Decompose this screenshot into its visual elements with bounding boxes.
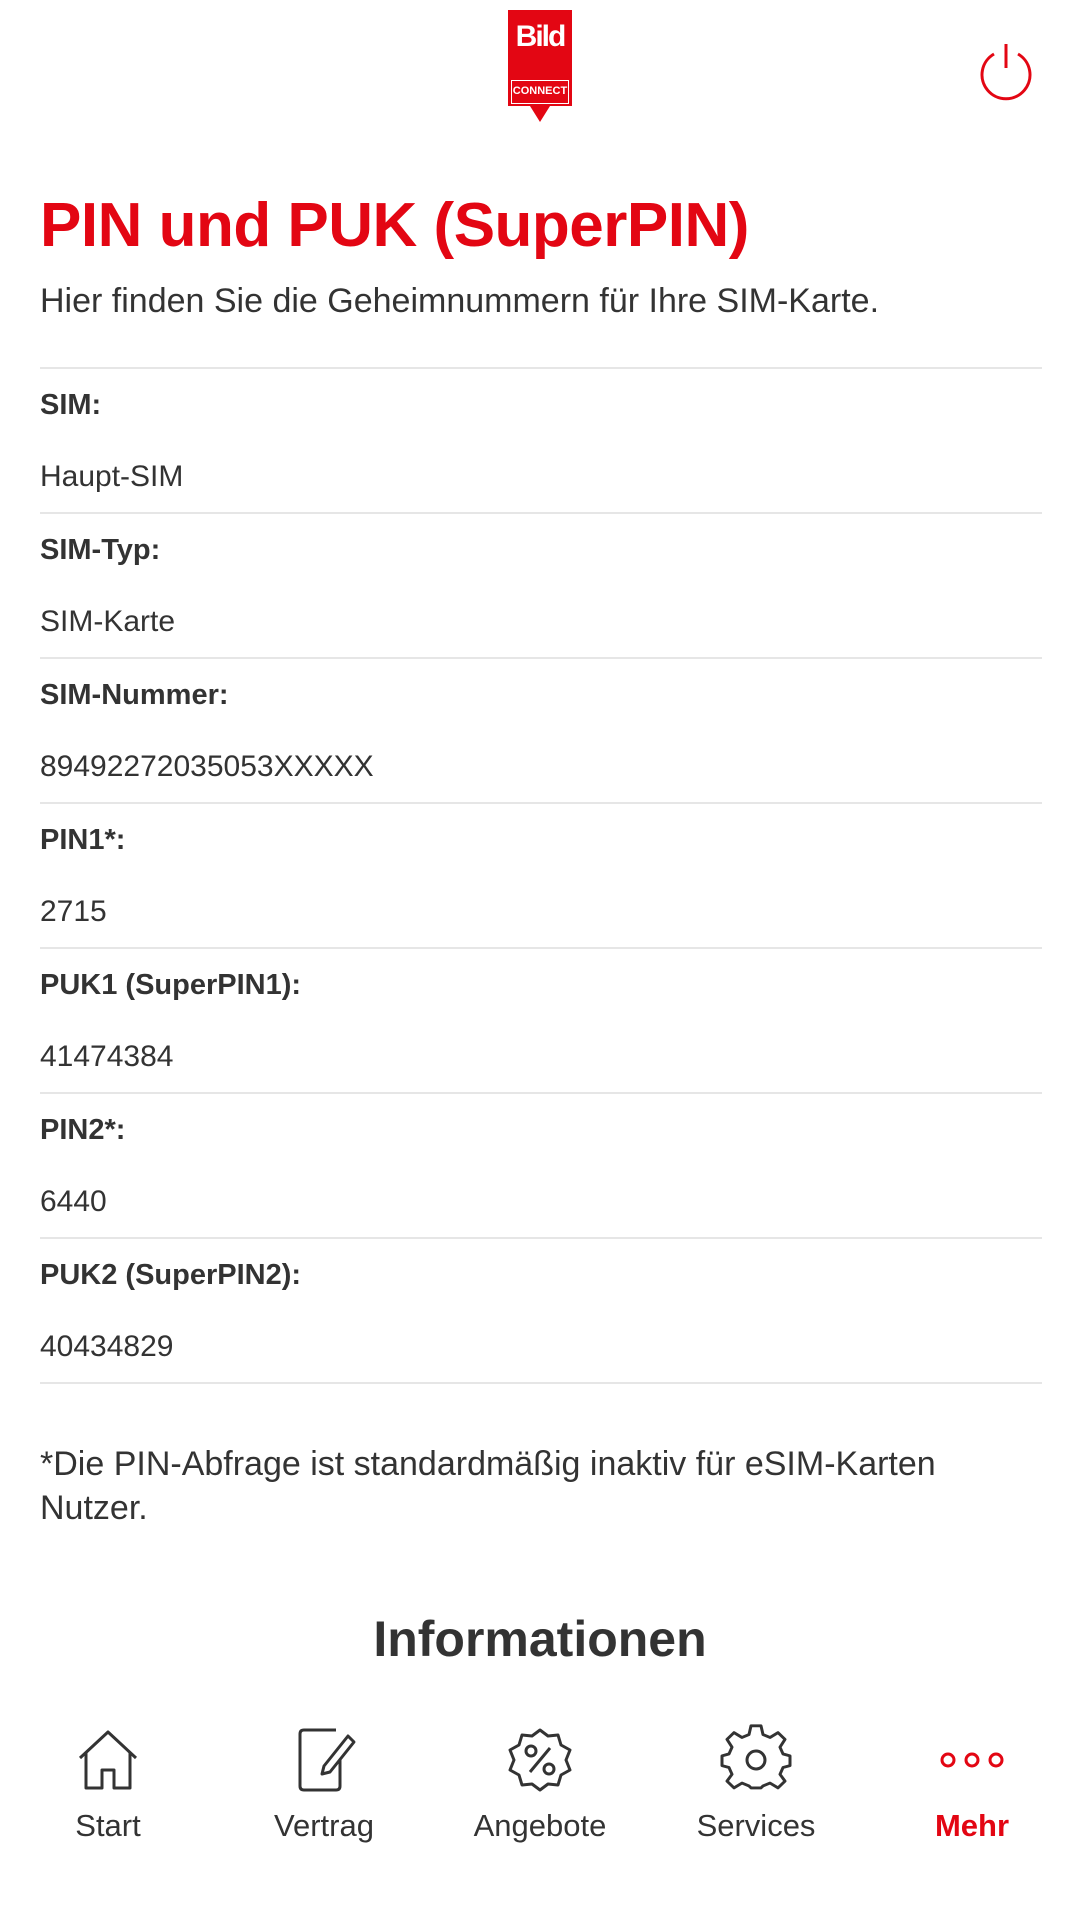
detail-row-puk1: PUK1 (SuperPIN1): 41474384 [40, 947, 1042, 1092]
nav-item-vertrag[interactable]: Vertrag [216, 1700, 432, 1860]
nav-label: Start [75, 1808, 141, 1843]
detail-value: 89492272035053XXXXX [40, 750, 374, 783]
detail-label: SIM-Typ: [40, 534, 161, 566]
gear-icon [720, 1724, 792, 1796]
nav-item-start[interactable]: Start [0, 1700, 216, 1860]
detail-value: 40434829 [40, 1330, 174, 1363]
pin-footnote: *Die PIN-Abfrage ist standardmäßig inakt… [40, 1445, 936, 1527]
logo-subtext: CONNECT [512, 85, 568, 97]
nav-label: Mehr [934, 1808, 1010, 1843]
detail-label: PUK1 (SuperPIN1): [40, 969, 302, 1001]
page-title: PIN und PUK (SuperPIN) [40, 191, 749, 260]
nav-label: Vertrag [274, 1808, 374, 1843]
detail-row-pin1: PIN1*: 2715 [40, 802, 1042, 947]
detail-value: SIM-Karte [40, 605, 176, 638]
page-subtitle: Hier finden Sie die Geheimnummern für Ih… [40, 282, 880, 320]
detail-row-puk2: PUK2 (SuperPIN2): 40434829 [40, 1237, 1042, 1384]
bottom-navigation: Start Vertrag Angebote Services Mehr [0, 1700, 1080, 1920]
detail-value: 41474384 [40, 1040, 174, 1073]
logout-button[interactable] [970, 36, 1042, 108]
logo-wordmark: Bild [515, 20, 567, 53]
more-dots-icon [936, 1724, 1008, 1796]
nav-item-services[interactable]: Services [648, 1700, 864, 1860]
detail-label: SIM-Nummer: [40, 679, 229, 711]
edit-document-icon [288, 1724, 360, 1796]
power-icon [980, 44, 1032, 101]
detail-label: SIM: [40, 389, 102, 421]
app-header: Bild CONNECT [0, 0, 1080, 160]
detail-value: 6440 [40, 1185, 107, 1218]
bild-connect-logo[interactable]: Bild CONNECT [508, 10, 572, 132]
detail-label: PUK2 (SuperPIN2): [40, 1259, 302, 1291]
nav-label: Angebote [473, 1808, 607, 1843]
sim-details-list: SIM: Haupt-SIM SIM-Typ: SIM-Karte SIM-Nu… [40, 367, 1042, 1384]
detail-row-sim-typ: SIM-Typ: SIM-Karte [40, 512, 1042, 657]
informationen-heading: Informationen [373, 1611, 707, 1667]
percent-badge-icon [504, 1724, 576, 1796]
detail-row-sim: SIM: Haupt-SIM [40, 367, 1042, 512]
detail-label: PIN1*: [40, 824, 126, 856]
nav-label: Services [696, 1808, 816, 1843]
detail-value: 2715 [40, 895, 107, 928]
nav-item-mehr[interactable]: Mehr [864, 1700, 1080, 1860]
home-icon [72, 1724, 144, 1796]
nav-item-angebote[interactable]: Angebote [432, 1700, 648, 1860]
detail-row-sim-nummer: SIM-Nummer: 89492272035053XXXXX [40, 657, 1042, 802]
detail-row-pin2: PIN2*: 6440 [40, 1092, 1042, 1237]
detail-label: PIN2*: [40, 1114, 126, 1146]
detail-value: Haupt-SIM [40, 460, 184, 493]
